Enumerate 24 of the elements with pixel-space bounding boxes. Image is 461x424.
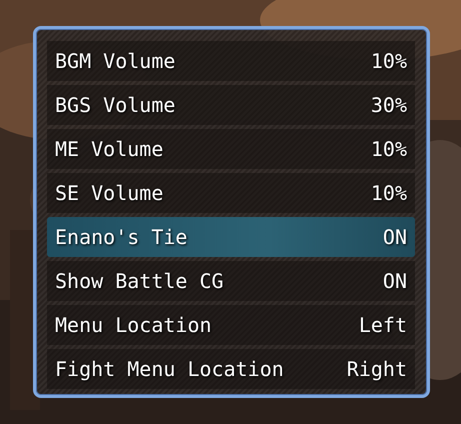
option-label: Show Battle CG <box>55 268 224 295</box>
option-value: 10% <box>370 180 407 207</box>
option-row[interactable]: Fight Menu Location Right <box>47 349 415 389</box>
option-label: Enano's Tie <box>55 224 188 251</box>
option-value: 10% <box>370 48 407 75</box>
option-value: ON <box>382 224 407 251</box>
option-row[interactable]: ME Volume 10% <box>47 129 415 169</box>
option-value: ON <box>382 268 407 295</box>
option-label: ME Volume <box>55 136 164 163</box>
option-label: BGS Volume <box>55 92 176 119</box>
option-value: 10% <box>370 136 407 163</box>
option-row[interactable]: Menu Location Left <box>47 305 415 345</box>
option-value: Left <box>358 312 407 339</box>
option-row[interactable]: SE Volume 10% <box>47 173 415 213</box>
option-row[interactable]: BGS Volume 30% <box>47 85 415 125</box>
option-value: 30% <box>370 92 407 119</box>
option-label: SE Volume <box>55 180 164 207</box>
option-label: Fight Menu Location <box>55 356 284 383</box>
option-row[interactable]: Enano's Tie ON <box>47 217 415 257</box>
option-row[interactable]: Show Battle CG ON <box>47 261 415 301</box>
option-row[interactable]: BGM Volume 10% <box>47 41 415 81</box>
option-value: Right <box>346 356 407 383</box>
option-label: Menu Location <box>55 312 212 339</box>
option-label: BGM Volume <box>55 48 176 75</box>
